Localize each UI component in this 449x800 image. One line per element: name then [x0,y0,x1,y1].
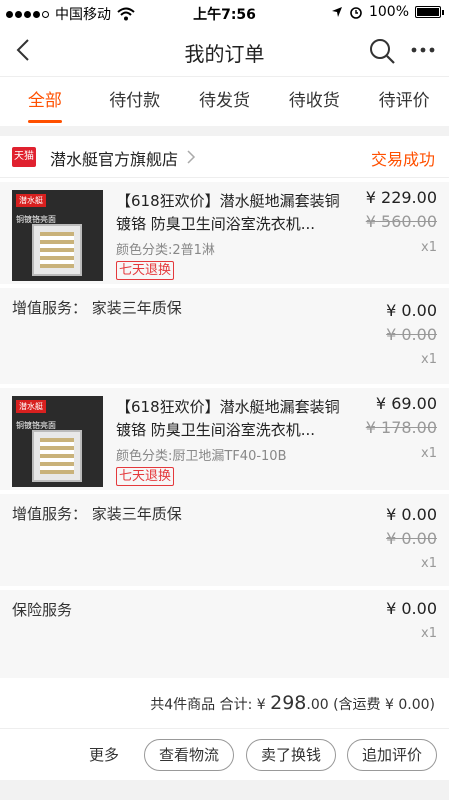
return-policy-badge: 七天退换 [116,261,175,280]
service-original-price: ¥ 0.00 [386,325,437,344]
service-price: ¥ 0.00 [386,301,437,320]
service-row: 增值服务： 家装三年质保 ¥ 0.00 ¥ 0.00 x1 [0,494,449,586]
product-thumbnail[interactable]: 潜水艇 铜镀铬亮面 [12,396,103,487]
tab-all[interactable]: 全部 [0,77,90,126]
shop-row[interactable]: 天猫 潜水艇官方旗舰店 交易成功 [0,136,449,178]
status-right: 100% [331,4,444,20]
order-item[interactable]: 潜水艇 铜镀铬亮面 【618狂欢价】潜水艇地漏套装铜镀铬 防臭卫生间浴室洗衣机.… [0,182,449,284]
service-row: 增值服务： 家装三年质保 ¥ 0.00 ¥ 0.00 x1 [0,288,449,384]
tab-pending-review[interactable]: 待评价 [359,77,449,126]
nav-bar: 我的订单 [0,26,449,76]
battery-percent: 100% [368,4,409,20]
item-original-price: ¥ 178.00 [365,418,437,437]
order-status: 交易成功 [370,150,435,169]
tab-pending-shipment[interactable]: 待发货 [180,77,270,126]
more-button[interactable]: 更多 [89,744,119,765]
service-label: 增值服务： 家装三年质保 [12,505,182,523]
summary-total: 298 [270,692,307,714]
return-policy-badge: 七天退换 [116,467,175,486]
track-logistics-button[interactable]: 查看物流 [144,739,234,771]
item-quantity: x1 [421,446,437,461]
status-bar: 中国移动 上午7:56 100% [0,0,449,26]
insurance-quantity: x1 [421,626,437,641]
item-price: ¥ 69.00 [375,394,437,413]
item-title[interactable]: 【618狂欢价】潜水艇地漏套装铜镀铬 防臭卫生间浴室洗衣机... [116,396,348,442]
alarm-icon [350,7,362,19]
thumb-brand: 潜水艇 [16,194,46,207]
tab-pending-receipt[interactable]: 待收货 [269,77,359,126]
item-sku: 颜色分类:2普1淋 [116,243,215,258]
item-sku: 颜色分类:厨卫地漏TF40-10B [116,449,287,464]
service-label: 增值服务： 家装三年质保 [12,299,182,317]
service-price: ¥ 0.00 [386,505,437,524]
thumb-brand: 潜水艇 [16,400,46,413]
service-quantity: x1 [421,556,437,571]
item-title[interactable]: 【618狂欢价】潜水艇地漏套装铜镀铬 防臭卫生间浴室洗衣机... [116,190,348,236]
floor-drain-image [32,224,82,276]
insurance-price: ¥ 0.00 [386,599,437,618]
floor-drain-image [32,430,82,482]
battery-icon [415,6,444,18]
shop-name[interactable]: 潜水艇官方旗舰店 [50,146,178,170]
order-item[interactable]: 潜水艇 铜镀铬亮面 【618狂欢价】潜水艇地漏套装铜镀铬 防臭卫生间浴室洗衣机.… [0,388,449,490]
item-price: ¥ 229.00 [365,188,437,207]
action-row: 更多 查看物流 卖了换钱 追加评价 [0,728,449,780]
insurance-row: 保险服务 ¥ 0.00 x1 [0,590,449,678]
summary-shipping: (含运费 ¥ 0.00) [328,697,435,713]
more-options-icon[interactable] [410,40,436,60]
order-card: 天猫 潜水艇官方旗舰店 交易成功 潜水艇 铜镀铬亮面 【618狂欢价】潜水艇地漏… [0,136,449,780]
tab-pending-payment[interactable]: 待付款 [90,77,180,126]
item-original-price: ¥ 560.00 [365,212,437,231]
add-review-button[interactable]: 追加评价 [347,739,437,771]
summary-count: 共4件商品 合计: ¥ [150,697,271,713]
resell-button[interactable]: 卖了换钱 [246,739,336,771]
location-arrow-icon [331,7,342,17]
tmall-badge: 天猫 [12,147,36,167]
summary-decimals: .00 [306,697,329,713]
service-original-price: ¥ 0.00 [386,529,437,548]
order-tabs: 全部 待付款 待发货 待收货 待评价 [0,76,449,126]
insurance-label: 保险服务 [12,601,73,619]
search-icon[interactable] [368,37,396,65]
chevron-right-icon [187,150,196,164]
order-summary: 共4件商品 合计: ¥ 298.00 (含运费 ¥ 0.00) [150,692,435,714]
product-thumbnail[interactable]: 潜水艇 铜镀铬亮面 [12,190,103,281]
service-quantity: x1 [421,352,437,367]
item-quantity: x1 [421,240,437,255]
